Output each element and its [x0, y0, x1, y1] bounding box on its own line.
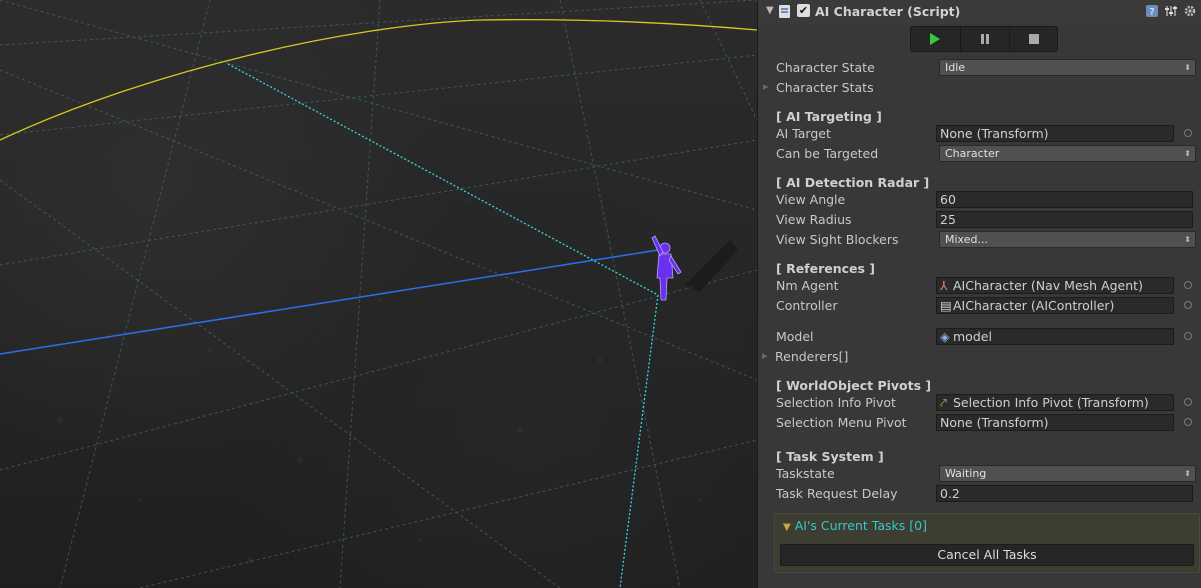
current-tasks-foldout[interactable]: ▼ AI's Current Tasks [0] [783, 518, 927, 533]
taskstate-dropdown[interactable]: Waiting ⬍ [939, 465, 1196, 482]
playback-controls [910, 26, 1058, 52]
can-be-targeted-dropdown[interactable]: Character ⬍ [939, 145, 1196, 162]
component-title: AI Character (Script) [815, 4, 961, 19]
ai-target-field[interactable]: None (Transform) [936, 125, 1174, 142]
selection-menu-pivot-field[interactable]: None (Transform) [936, 414, 1174, 431]
controller-row: Controller ▤AICharacter (AIController) [758, 296, 1201, 316]
task-request-delay-row: Task Request Delay 0.2 [758, 484, 1201, 504]
current-tasks-box: ▼ AI's Current Tasks [0] Cancel All Tasks [774, 513, 1200, 573]
foldout-arrow-icon: ▼ [783, 522, 791, 533]
model-field[interactable]: ◈ model [936, 328, 1174, 345]
view-radius-field[interactable]: 25 [936, 211, 1193, 228]
controller-value: AICharacter (AIController) [953, 298, 1115, 313]
taskstate-value: Waiting [945, 467, 987, 480]
renderers-row[interactable]: Renderers[] [758, 347, 1201, 367]
object-picker-icon[interactable] [1184, 281, 1192, 289]
selection-info-pivot-value: Selection Info Pivot (Transform) [953, 395, 1149, 410]
controller-label: Controller [776, 298, 838, 313]
view-sight-blockers-dropdown[interactable]: Mixed... ⬍ [939, 231, 1196, 248]
ai-target-row: AI Target None (Transform) [758, 124, 1201, 144]
character-state-row: Character State Idle ⬍ [758, 58, 1201, 78]
play-button[interactable] [911, 27, 959, 51]
gameobject-icon: ◈ [940, 329, 950, 344]
controller-field[interactable]: ▤AICharacter (AIController) [936, 297, 1174, 314]
pause-icon [981, 34, 989, 44]
can-be-targeted-value: Character [945, 147, 1000, 160]
view-sight-blockers-value: Mixed... [945, 233, 988, 246]
object-picker-icon[interactable] [1184, 129, 1192, 137]
object-picker-icon[interactable] [1184, 398, 1192, 406]
task-system-header: [ Task System ] [776, 449, 884, 464]
current-tasks-title: AI's Current Tasks [0] [794, 518, 927, 533]
dropdown-arrow-icon: ⬍ [1184, 63, 1191, 72]
nm-agent-row: Nm Agent ⅄ AICharacter (Nav Mesh Agent) [758, 276, 1201, 296]
stop-button[interactable] [1009, 27, 1058, 51]
scene-gizmos [0, 0, 757, 588]
view-angle-row: View Angle 60 [758, 190, 1201, 210]
view-angle-field[interactable]: 60 [936, 191, 1193, 208]
scene-view[interactable] [0, 0, 757, 588]
component-header[interactable]: ▼ ✔ AI Character (Script) ? [758, 0, 1201, 24]
can-be-targeted-label: Can be Targeted [776, 146, 879, 161]
nm-agent-label: Nm Agent [776, 278, 839, 293]
nm-agent-field[interactable]: ⅄ AICharacter (Nav Mesh Agent) [936, 277, 1174, 294]
character-state-label: Character State [776, 60, 875, 75]
view-radius-label: View Radius [776, 212, 852, 227]
object-picker-icon[interactable] [1184, 301, 1192, 309]
script-icon [779, 5, 790, 18]
preset-icon[interactable] [1164, 4, 1178, 18]
character-stats-row[interactable]: Character Stats [758, 78, 1201, 98]
can-be-targeted-row: Can be Targeted Character ⬍ [758, 144, 1201, 164]
view-radius-row: View Radius 25 [758, 210, 1201, 230]
worldobject-pivots-header: [ WorldObject Pivots ] [776, 378, 932, 393]
ai-target-label: AI Target [776, 126, 831, 141]
dropdown-arrow-icon: ⬍ [1184, 469, 1191, 478]
model-row: Model ◈ model [758, 327, 1201, 347]
selection-info-pivot-label: Selection Info Pivot [776, 395, 896, 410]
transform-icon: ⤤ [940, 395, 948, 410]
view-sight-blockers-row: View Sight Blockers Mixed... ⬍ [758, 230, 1201, 250]
stop-icon [1029, 34, 1039, 44]
ai-targeting-header: [ AI Targeting ] [776, 109, 882, 124]
model-label: Model [776, 329, 814, 344]
object-picker-icon[interactable] [1184, 418, 1192, 426]
taskstate-row: Taskstate Waiting ⬍ [758, 464, 1201, 484]
selection-info-pivot-field[interactable]: ⤤ Selection Info Pivot (Transform) [936, 394, 1174, 411]
renderers-label[interactable]: Renderers[] [762, 349, 848, 364]
dropdown-arrow-icon: ⬍ [1184, 149, 1191, 158]
inspector-panel: ▼ ✔ AI Character (Script) ? Character St… [757, 0, 1201, 588]
enabled-checkbox[interactable]: ✔ [797, 4, 810, 17]
selection-menu-pivot-label: Selection Menu Pivot [776, 415, 907, 430]
view-sight-blockers-label: View Sight Blockers [776, 232, 899, 247]
taskstate-label: Taskstate [776, 466, 835, 481]
model-value: model [953, 329, 992, 344]
references-header: [ References ] [776, 261, 876, 276]
character-stats-label[interactable]: Character Stats [763, 80, 874, 95]
nav-mesh-agent-icon: ⅄ [940, 278, 948, 293]
help-icon[interactable]: ? [1145, 4, 1159, 18]
selection-info-pivot-row: Selection Info Pivot ⤤ Selection Info Piv… [758, 393, 1201, 413]
character-state-dropdown[interactable]: Idle ⬍ [939, 59, 1196, 76]
selection-menu-pivot-row: Selection Menu Pivot None (Transform) [758, 413, 1201, 433]
character-model [651, 235, 682, 301]
script-file-icon: ▤ [940, 298, 952, 313]
foldout-arrow-icon[interactable]: ▼ [766, 5, 774, 16]
svg-text:?: ? [1149, 7, 1154, 18]
view-angle-label: View Angle [776, 192, 846, 207]
dropdown-arrow-icon: ⬍ [1184, 235, 1191, 244]
nm-agent-value: AICharacter (Nav Mesh Agent) [953, 278, 1143, 293]
pause-button[interactable] [960, 27, 1009, 51]
cancel-all-tasks-button[interactable]: Cancel All Tasks [780, 544, 1194, 566]
ai-detection-radar-header: [ AI Detection Radar ] [776, 175, 930, 190]
character-state-value: Idle [945, 61, 966, 74]
task-request-delay-field[interactable]: 0.2 [936, 485, 1193, 502]
gear-icon[interactable] [1183, 4, 1197, 18]
play-icon [930, 33, 940, 45]
task-request-delay-label: Task Request Delay [776, 486, 898, 501]
object-picker-icon[interactable] [1184, 332, 1192, 340]
